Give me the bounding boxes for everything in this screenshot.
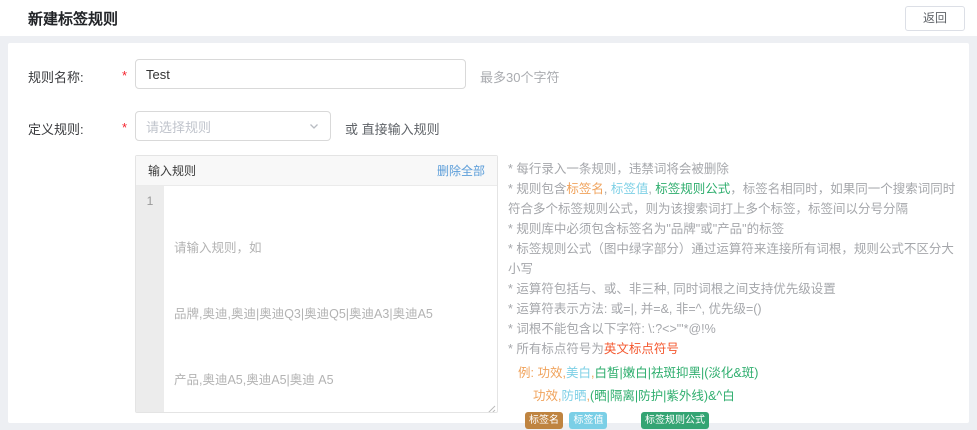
form-card: 规则名称: * 最多30个字符 定义规则: * 请选择规则 或 直接输入规则 输… xyxy=(8,43,969,423)
bullet2-tag-name: 标签名 xyxy=(566,182,604,196)
rule-editor-panel: 输入规则 删除全部 1 请输入规则，如 品牌,奥迪,奥迪|奥迪Q3|奥迪Q5|奥… xyxy=(135,155,498,413)
or-direct-input-text: 或 直接输入规则 xyxy=(345,119,440,138)
example2-value: 防晒 xyxy=(562,389,587,403)
help-example-line1: 例: 功效,美白,白皙|嫩白|祛斑抑黑|(淡化&斑) xyxy=(508,365,966,382)
delete-all-link[interactable]: 删除全部 xyxy=(437,162,485,179)
editor-placeholder-line: 品牌,奥迪,奥迪|奥迪Q3|奥迪Q5|奥迪A3|奥迪A5 xyxy=(174,303,491,325)
bullet2-tag-value: 标签值 xyxy=(611,182,649,196)
help-example-line2: 功效,防晒,(晒|隔离|防护|紫外线)&^白 xyxy=(508,388,966,405)
help-bullet-rule-contains: * 规则包含标签名, 标签值, 标签规则公式，标签名相同时，如果同一个搜索词同时… xyxy=(508,179,966,219)
page-title: 新建标签规则 xyxy=(28,8,118,29)
top-bar: 新建标签规则 返回 xyxy=(0,0,977,36)
badge-tag-value: 标签值 xyxy=(569,412,607,429)
rule-editor-textarea[interactable]: 请输入规则，如 品牌,奥迪,奥迪|奥迪Q3|奥迪Q5|奥迪A3|奥迪A5 产品,… xyxy=(174,193,491,412)
example1-name: 功效 xyxy=(537,366,562,380)
bullet2-prefix: * 规则包含 xyxy=(508,182,566,196)
badge-tag-name: 标签名 xyxy=(525,412,563,429)
help-bullet-operator-types: * 运算符包括与、或、非三种, 同时词根之间支持优先级设置 xyxy=(508,279,966,299)
rule-name-label: 规则名称: xyxy=(28,67,84,86)
rule-name-input[interactable] xyxy=(135,59,466,89)
help-panel: * 每行录入一条规则，违禁词将会被删除 * 规则包含标签名, 标签值, 标签规则… xyxy=(508,159,966,430)
bullet8-highlight: 英文标点符号 xyxy=(604,342,679,356)
example1-formula: 白皙|嫩白|祛斑抑黑|(淡化&斑) xyxy=(594,366,758,380)
line-number: 1 xyxy=(136,194,164,208)
define-rule-required-star: * xyxy=(122,120,127,135)
rule-editor-title: 输入规则 xyxy=(148,162,196,179)
define-rule-label: 定义规则: xyxy=(28,119,84,138)
help-bullet-forbidden-chars: * 词根不能包含以下字符: \:?<>"'*@!% xyxy=(508,319,966,339)
example2-formula: (晒|隔离|防护|紫外线)&^白 xyxy=(590,389,735,403)
rule-select[interactable]: 请选择规则 xyxy=(135,111,331,141)
bullet2-tag-formula: 标签规则公式 xyxy=(655,182,730,196)
bullet2-sep1: , xyxy=(604,182,611,196)
help-bullet-one-rule-per-line: * 每行录入一条规则，违禁词将会被删除 xyxy=(508,159,966,179)
chevron-down-icon xyxy=(308,120,320,132)
help-bullet-formula-operators: * 标签规则公式（图中绿字部分）通过运算符来连接所有词根，规则公式不区分大小写 xyxy=(508,239,966,279)
resize-grip-icon[interactable] xyxy=(486,401,496,411)
editor-placeholder-line: 请输入规则，如 xyxy=(174,237,491,259)
line-number-gutter: 1 xyxy=(136,186,164,412)
example2-name: 功效 xyxy=(533,389,558,403)
bullet8-prefix: * 所有标点符号为 xyxy=(508,342,604,356)
help-bullet-library-must-contain: * 规则库中必须包含标签名为"品牌"或"产品"的标签 xyxy=(508,219,966,239)
back-button[interactable]: 返回 xyxy=(905,6,965,31)
rule-editor-header: 输入规则 删除全部 xyxy=(136,156,497,186)
rule-name-hint: 最多30个字符 xyxy=(480,67,559,86)
badge-tag-formula: 标签规则公式 xyxy=(641,412,709,429)
example1-value: 美白 xyxy=(566,366,591,380)
help-bullet-operator-notation: * 运算符表示方法: 或=|, 并=&, 非=^, 优先级=() xyxy=(508,299,966,319)
rule-editor-body: 1 请输入规则，如 品牌,奥迪,奥迪|奥迪Q3|奥迪Q5|奥迪A3|奥迪A5 产… xyxy=(136,186,497,412)
editor-placeholder-line: 产品,奥迪A5,奥迪A5|奥迪 A5 xyxy=(174,369,491,391)
help-bullet-english-punctuation: * 所有标点符号为英文标点符号 xyxy=(508,339,966,359)
rule-name-required-star: * xyxy=(122,68,127,83)
rule-select-placeholder: 请选择规则 xyxy=(146,117,211,136)
example-label: 例: xyxy=(518,366,537,380)
legend-badges: 标签名 标签值 标签规则公式 xyxy=(508,410,966,430)
